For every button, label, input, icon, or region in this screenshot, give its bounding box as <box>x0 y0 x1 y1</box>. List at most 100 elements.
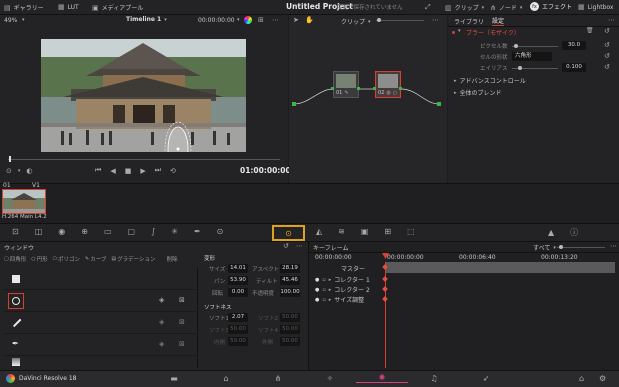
keyframe-marker[interactable] <box>382 286 388 292</box>
pixel-slider-handle[interactable] <box>514 44 518 48</box>
mask-icon[interactable]: ⊠ <box>179 340 185 348</box>
node-01-input[interactable] <box>331 87 334 90</box>
edit-page-icon[interactable]: ⋔ <box>252 374 304 383</box>
stop-icon[interactable]: ■ <box>125 167 132 175</box>
list-item[interactable] <box>4 268 196 290</box>
motion-effects-icon[interactable]: ▭ <box>104 227 112 236</box>
keyframe-row[interactable]: ● ▫ ▸ サイズ調整 <box>315 295 364 305</box>
zoom-level[interactable]: 49% <box>4 17 17 24</box>
lightbox-tab[interactable]: ▦ Lightbox <box>578 3 613 11</box>
window-tool-icon[interactable]: ⊙ <box>217 227 224 236</box>
more-icon[interactable]: ⋯ <box>296 242 303 250</box>
chevron-down-icon[interactable]: ▾ <box>18 168 21 174</box>
deliver-page-icon[interactable]: ➶ <box>460 374 512 383</box>
keyframe-filter[interactable]: すべて ▾ <box>533 243 556 253</box>
go-to-end-icon[interactable]: ⏭ <box>155 166 161 175</box>
more-icon[interactable]: ⋯ <box>272 16 279 24</box>
key-icon[interactable]: ▣ <box>361 227 369 236</box>
opacity-field[interactable]: 100.00 <box>280 288 300 297</box>
tab-settings[interactable]: 設定 <box>492 16 505 26</box>
output-node-dot[interactable] <box>437 102 441 106</box>
mask-icon[interactable]: ⊠ <box>179 296 185 304</box>
node-02-input[interactable] <box>373 87 376 90</box>
timeline-select[interactable]: Timeline 1 ▾ <box>126 16 167 23</box>
delete-tool[interactable]: 削除 <box>167 255 178 263</box>
reset-icon[interactable]: ↺ <box>604 41 610 49</box>
3d-icon[interactable]: ⬚ <box>407 227 415 236</box>
reset-icon[interactable]: ↺ <box>283 242 289 250</box>
cell-shape-select[interactable]: 六角形 <box>512 52 552 61</box>
alias-value[interactable]: 0.100 <box>562 63 586 72</box>
invert-icon[interactable]: ◈ <box>159 340 164 348</box>
clip-thumbnail[interactable] <box>2 189 46 214</box>
chevron-down-icon[interactable]: ▾ <box>237 17 240 23</box>
more-icon[interactable]: ⋯ <box>610 242 617 250</box>
invert-icon[interactable]: ◈ <box>159 318 164 326</box>
keyframe-zoom-slider[interactable] <box>557 247 605 248</box>
color-wheels-icon[interactable]: ◉ <box>58 227 65 236</box>
info-icon[interactable]: ⓘ <box>570 227 578 238</box>
node-01[interactable]: 01 ✎ <box>333 71 359 98</box>
lut-tab[interactable]: ▦ LUT <box>58 3 79 11</box>
qualifier-icon[interactable]: ✒ <box>194 227 201 236</box>
play-icon[interactable]: ▶ <box>140 167 145 175</box>
chevron-down-icon[interactable]: ▾ <box>22 17 25 23</box>
curves-icon[interactable]: ∫ <box>151 227 155 236</box>
reset-icon[interactable]: ↺ <box>604 63 610 71</box>
gradient-tool[interactable]: ▤ グラデーション <box>111 255 155 263</box>
color-warper-icon[interactable]: ✳ <box>171 227 178 236</box>
pixel-value[interactable]: 30.0 <box>562 41 586 50</box>
color-wheel-icon[interactable] <box>244 16 252 24</box>
magic-mask-icon[interactable]: ◭ <box>316 227 322 236</box>
reset-icon[interactable]: ↺ <box>604 27 610 35</box>
node-editor[interactable]: ➤ ✋ クリップ ▾ ⋯ 01 ✎ 02 ◍ ○ <box>289 15 447 183</box>
node-02-output[interactable] <box>399 87 402 90</box>
input-node-dot[interactable] <box>292 102 296 106</box>
tracker-tab[interactable]: ⊙ <box>272 225 305 241</box>
scopes-icon[interactable]: ▲ <box>548 228 554 237</box>
expand-icon[interactable]: ⤢ <box>425 3 431 12</box>
curve-tool[interactable]: ✎ カーブ <box>85 255 106 263</box>
scrubber-handle[interactable] <box>9 156 11 162</box>
keyframe-marker[interactable] <box>382 296 388 302</box>
circle-tool[interactable]: ○ 円形 <box>31 255 47 263</box>
list-item[interactable]: ◈ ⊠ <box>4 290 196 312</box>
node-tab[interactable]: ⋔ ノード ▾ <box>490 3 522 13</box>
fusion-page-icon[interactable]: ✧ <box>304 374 356 383</box>
aspect-field[interactable]: 28.19 <box>280 264 300 273</box>
gallery-tab[interactable]: ▤ ギャラリー <box>4 3 44 13</box>
polygon-tool[interactable]: ⬠ ポリゴン <box>53 255 80 263</box>
advanced-controls-section[interactable]: ▸ アドバンスコントロール <box>454 76 526 86</box>
sizing-icon[interactable]: ⊞ <box>384 227 391 236</box>
fairlight-page-icon[interactable]: ♫ <box>408 374 460 383</box>
color-page-icon[interactable]: ✺ <box>356 373 408 383</box>
size-field[interactable]: 14.01 <box>228 264 248 273</box>
rgb-mixer-icon[interactable]: ⊕ <box>81 227 88 236</box>
grid-icon[interactable]: ⊞ <box>258 16 264 24</box>
video-frame[interactable] <box>41 39 246 152</box>
clip-tab[interactable]: ▥ クリップ ▾ <box>445 3 484 13</box>
wipe-icon[interactable]: ◐ <box>26 167 32 175</box>
media-pool-tab[interactable]: ▣ メディアプール <box>92 3 143 13</box>
list-item[interactable]: ✒ ◈ ⊠ <box>4 334 196 356</box>
rectangle-tool[interactable]: ▢ 四角形 <box>4 255 26 263</box>
keyframe-row[interactable]: ● ▫ ▸ コレクター 1 <box>315 275 370 285</box>
keyframe-marker[interactable] <box>382 276 388 282</box>
hdr-icon[interactable]: ▢ <box>128 227 136 236</box>
more-icon[interactable]: ⋯ <box>608 16 615 24</box>
rotate-field[interactable]: 0.00 <box>228 288 248 297</box>
cut-page-icon[interactable]: ⌂ <box>200 374 252 383</box>
home-icon[interactable]: ⌂ <box>579 374 584 383</box>
blur-icon[interactable]: ≋ <box>338 227 345 236</box>
effects-tab[interactable]: fx エフェクト <box>530 2 572 11</box>
go-to-start-icon[interactable]: ⏮ <box>95 166 101 175</box>
fx-enabled-dot[interactable] <box>452 31 455 34</box>
pan-field[interactable]: 53.90 <box>228 276 248 285</box>
gear-icon[interactable]: ⚙ <box>599 374 606 383</box>
reset-icon[interactable]: ↺ <box>604 52 610 60</box>
media-page-icon[interactable]: ▬ <box>148 374 200 383</box>
node-02[interactable]: 02 ◍ ○ <box>375 71 401 98</box>
global-blend-section[interactable]: ▸ 全体のブレンド <box>454 88 502 98</box>
tilt-field[interactable]: 45.46 <box>280 276 300 285</box>
list-item[interactable]: ◈ ⊠ <box>4 312 196 334</box>
